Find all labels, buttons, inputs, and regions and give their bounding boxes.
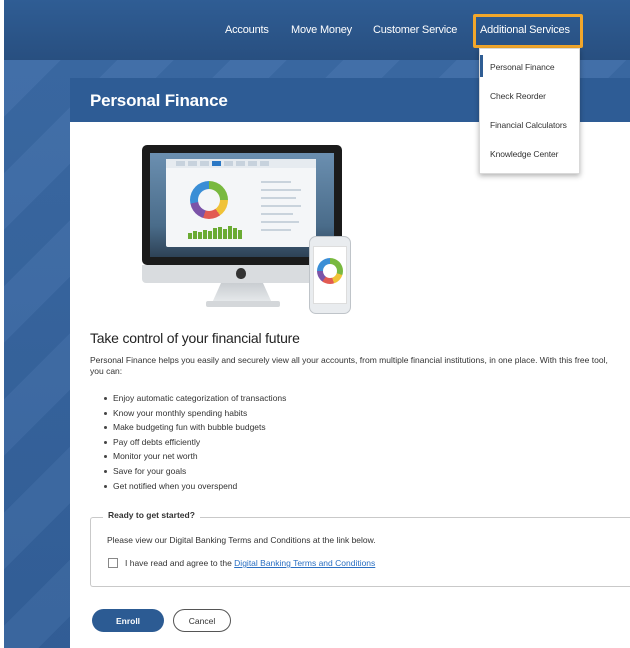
list-item: Make budgeting fun with bubble budgets [104, 420, 286, 435]
additional-services-dropdown: Personal Finance Check Reorder Financial… [479, 48, 580, 174]
bar-mark [198, 232, 202, 239]
benefits-list: Enjoy automatic categorization of transa… [104, 391, 286, 493]
page-title: Personal Finance [90, 91, 228, 110]
app-window [166, 159, 316, 247]
bar-mark [193, 231, 197, 239]
enroll-button[interactable]: Enroll [92, 609, 164, 632]
app-tab-selected [212, 161, 221, 166]
list-item: Monitor your net worth [104, 449, 286, 464]
agree-label: I have read and agree to the Digital Ban… [125, 558, 375, 568]
app-tab [200, 161, 209, 166]
bar-mark [203, 230, 207, 239]
agree-checkbox[interactable] [108, 558, 118, 568]
apple-logo-icon [236, 268, 246, 279]
dropdown-item-check-reorder[interactable]: Check Reorder [490, 91, 546, 101]
monitor-stand-base [206, 301, 280, 307]
list-item: Know your monthly spending habits [104, 406, 286, 421]
dropdown-item-knowledge-center[interactable]: Knowledge Center [490, 149, 558, 159]
app-line [261, 189, 301, 191]
spending-bars-icon [188, 225, 248, 239]
terms-link[interactable]: Digital Banking Terms and Conditions [234, 558, 375, 568]
app-line [261, 181, 291, 183]
enroll-fieldset [90, 517, 630, 587]
intro-paragraph: Personal Finance helps you easily and se… [90, 355, 608, 376]
nav-item-move-money[interactable]: Move Money [291, 24, 352, 36]
nav-item-highlight-box [473, 14, 583, 48]
terms-instruction: Please view our Digital Banking Terms an… [107, 535, 376, 545]
app-tab [260, 161, 269, 166]
app-line [261, 197, 296, 199]
app-line [261, 221, 299, 223]
app-tab [236, 161, 245, 166]
cancel-button[interactable]: Cancel [173, 609, 231, 632]
bar-mark [188, 233, 192, 239]
bar-mark [208, 231, 212, 239]
phone-donut-icon [317, 258, 343, 284]
budget-donut-icon [190, 181, 228, 219]
list-item: Enjoy automatic categorization of transa… [104, 391, 286, 406]
list-item: Save for your goals [104, 464, 286, 479]
app-tab [224, 161, 233, 166]
app-line [261, 213, 293, 215]
agree-label-prefix: I have read and agree to the [125, 558, 235, 568]
selected-indicator [480, 55, 483, 77]
bar-mark [233, 228, 237, 239]
app-line [261, 205, 301, 207]
dropdown-item-personal-finance[interactable]: Personal Finance [490, 62, 555, 72]
bar-mark [238, 230, 242, 239]
app-tab [248, 161, 257, 166]
nav-item-customer-service[interactable]: Customer Service [373, 24, 457, 36]
section-headline: Take control of your financial future [90, 330, 300, 346]
app-tab [176, 161, 185, 166]
monitor-screen [150, 153, 334, 257]
fieldset-legend: Ready to get started? [103, 510, 200, 520]
list-item: Get notified when you overspend [104, 479, 286, 494]
app-line [261, 229, 291, 231]
monitor-stand [212, 283, 272, 303]
list-item: Pay off debts efficiently [104, 435, 286, 450]
dropdown-item-financial-calculators[interactable]: Financial Calculators [490, 120, 567, 130]
nav-item-accounts[interactable]: Accounts [225, 24, 269, 36]
bar-mark [213, 228, 217, 239]
app-tab [188, 161, 197, 166]
bar-mark [228, 226, 232, 239]
bar-mark [223, 229, 227, 239]
bar-mark [218, 227, 222, 239]
